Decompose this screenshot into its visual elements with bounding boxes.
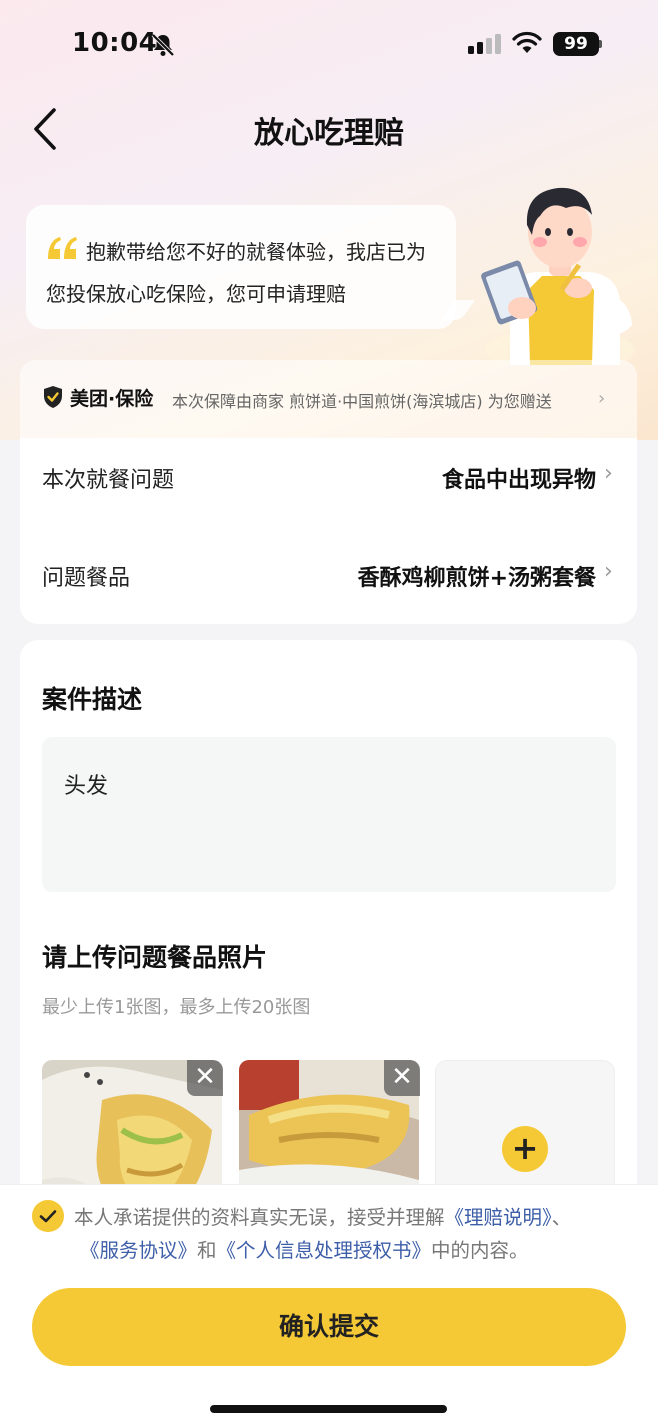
upload-hint: 最少上传1张图，最多上传20张图 <box>42 997 311 1018</box>
service-agreement-link[interactable]: 《服务协议》 <box>80 1239 197 1262</box>
insurance-description: 本次保障由商家 煎饼道·中国煎饼(海滨城店) 为您赠送 <box>172 392 552 411</box>
agreement-text: 本人承诺提供的资料真实无误，接受并理解 <box>74 1206 445 1229</box>
plus-icon[interactable]: + <box>502 1126 548 1172</box>
issue-type-value[interactable]: 食品中出现异物 <box>442 462 596 494</box>
home-indicator <box>210 1405 447 1413</box>
agreement-and: 和 <box>197 1239 217 1262</box>
status-bar: 10:04 99 <box>0 0 658 90</box>
battery-tip <box>599 40 602 48</box>
upload-title: 请上传问题餐品照片 <box>42 943 268 972</box>
cellular-signal-icon <box>468 34 501 54</box>
problem-dish-value[interactable]: 香酥鸡柳煎饼+汤粥套餐 <box>358 560 596 592</box>
status-time: 10:04 <box>72 28 158 58</box>
apology-bubble: 抱歉带给您不好的就餐体验，我店已为您投保放心吃保险，您可申请理赔 <box>26 205 456 329</box>
battery-level: 99 <box>553 32 599 56</box>
wifi-icon <box>512 31 542 53</box>
privacy-authorization-link[interactable]: 《个人信息处理授权书》 <box>217 1239 432 1262</box>
problem-dish-label: 问题餐品 <box>42 566 131 591</box>
issue-type-label: 本次就餐问题 <box>42 468 175 493</box>
bell-off-icon <box>151 33 175 57</box>
agreement-checkbox[interactable] <box>32 1200 64 1232</box>
agreement-text-end: 中的内容。 <box>431 1239 529 1262</box>
chevron-right-icon[interactable]: › <box>604 461 613 486</box>
case-description-input[interactable] <box>42 737 616 892</box>
case-description-value[interactable]: 头发 <box>64 768 108 800</box>
agreement-text-line2: 《服务协议》和《个人信息处理授权书》中的内容。 <box>80 1234 529 1263</box>
chevron-right-icon[interactable]: › <box>604 559 613 584</box>
quote-icon <box>48 237 77 259</box>
remove-photo-button[interactable]: ✕ <box>187 1060 223 1096</box>
shield-check-icon <box>44 386 62 408</box>
page-title: 放心吃理赔 <box>254 116 404 151</box>
remove-photo-button[interactable]: ✕ <box>384 1060 420 1096</box>
submit-button[interactable]: 确认提交 <box>32 1288 626 1366</box>
agreement-separator: 、 <box>551 1206 572 1229</box>
agreement-text-line1: 本人承诺提供的资料真实无误，接受并理解《理赔说明》、 <box>74 1201 571 1230</box>
case-description-title: 案件描述 <box>42 685 143 714</box>
apology-text: 抱歉带给您不好的就餐体验，我店已为您投保放心吃保险，您可申请理赔 <box>46 240 426 306</box>
waiter-mascot-illustration <box>481 187 635 365</box>
claim-terms-link[interactable]: 《理赔说明》 <box>445 1206 552 1229</box>
insurance-brand: 美团·保险 <box>70 388 154 410</box>
chevron-right-icon: › <box>598 388 606 409</box>
